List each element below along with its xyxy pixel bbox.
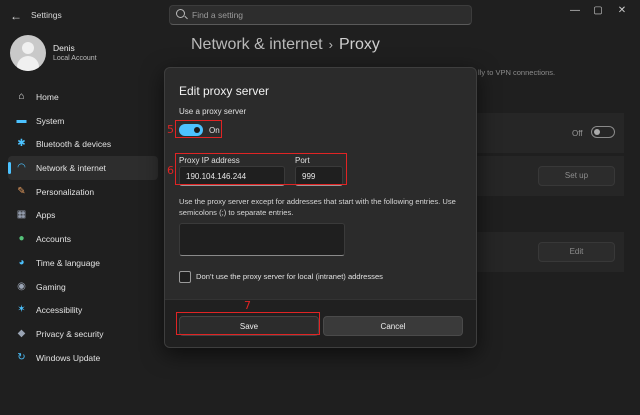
sidebar-item-label: Gaming <box>36 281 66 292</box>
sidebar-item-home[interactable]: ⌂ Home <box>8 85 158 109</box>
sidebar-item-bluetooth-devices[interactable]: ✱ Bluetooth & devices <box>8 132 158 156</box>
accessibility-icon: ✶ <box>17 304 26 316</box>
annotation-number-5: 5 <box>167 123 174 136</box>
sidebar-item-system[interactable]: ▬ System <box>8 109 158 133</box>
home-icon: ⌂ <box>18 91 25 102</box>
page-description: lly to VPN connections. <box>478 68 556 77</box>
search-input[interactable]: Find a setting <box>192 10 243 20</box>
exceptions-help-text: Use the proxy server except for addresse… <box>179 197 456 217</box>
annotation-number-6: 6 <box>167 164 174 177</box>
sidebar-item-accounts[interactable]: ● Accounts <box>8 227 158 251</box>
sidebar-item-label: Windows Update <box>36 352 101 363</box>
sidebar-item-label: Accounts <box>36 234 71 245</box>
breadcrumb-separator: › <box>328 37 333 52</box>
annotation-number-7: 7 <box>244 299 251 312</box>
auto-detect-state: Off <box>572 129 583 138</box>
edit-proxy-dialog: Edit proxy server Use a proxy server On … <box>164 67 477 348</box>
page-title: Proxy <box>338 36 380 53</box>
update-icon: ↻ <box>17 351 26 363</box>
sidebar-item-label: Network & internet <box>36 163 106 174</box>
breadcrumb-parent[interactable]: Network & internet <box>191 36 323 53</box>
shield-icon: ◆ <box>17 327 26 339</box>
title-bar: ← Settings Find a setting — ▢ ✕ <box>0 0 640 30</box>
sidebar-item-windows-update[interactable]: ↻ Windows Update <box>8 346 158 370</box>
sidebar-item-label: System <box>36 115 65 126</box>
bluetooth-icon: ✱ <box>17 138 26 150</box>
sidebar-item-privacy-security[interactable]: ◆ Privacy & security <box>8 322 158 346</box>
sidebar-item-label: Apps <box>36 210 56 221</box>
apps-icon: ▦ <box>16 209 27 221</box>
wifi-icon: ◠ <box>17 162 26 174</box>
avatar <box>10 35 46 71</box>
search-icon <box>176 9 185 18</box>
sidebar-item-time-language[interactable]: ◕ Time & language <box>8 251 158 275</box>
user-name: Denis <box>53 43 75 53</box>
manual-proxy-edit-button[interactable]: Edit <box>538 242 615 262</box>
exceptions-textarea[interactable] <box>179 223 345 256</box>
app-title: Settings <box>31 10 62 20</box>
use-proxy-label: Use a proxy server <box>179 107 247 116</box>
local-addresses-checkbox[interactable] <box>179 271 191 283</box>
close-button[interactable]: ✕ <box>612 5 632 16</box>
sidebar-item-apps[interactable]: ▦ Apps <box>8 203 158 227</box>
sidebar-item-personalization[interactable]: ✎ Personalization <box>8 180 158 204</box>
brush-icon: ✎ <box>17 185 26 197</box>
account-type: Local Account <box>53 55 97 62</box>
auto-detect-toggle[interactable] <box>591 126 615 138</box>
minimize-button[interactable]: — <box>565 5 585 16</box>
cancel-button[interactable]: Cancel <box>323 316 463 336</box>
sidebar-item-gaming[interactable]: ◉ Gaming <box>8 275 158 299</box>
annotation-box-fields <box>175 153 347 185</box>
setup-script-button[interactable]: Set up <box>538 166 615 186</box>
sidebar-item-accessibility[interactable]: ✶ Accessibility <box>8 298 158 322</box>
back-arrow-icon[interactable]: ← <box>10 9 22 23</box>
breadcrumb: Network & internet › Proxy <box>191 36 380 54</box>
sidebar-nav: ⌂ Home ▬ System ✱ Bluetooth & devices ◠ Network… <box>8 85 158 369</box>
maximize-button[interactable]: ▢ <box>588 5 608 16</box>
globe-icon: ◕ <box>18 256 25 268</box>
sidebar-item-label: Home <box>36 92 59 102</box>
sidebar-item-label: Time & language <box>36 257 100 268</box>
annotation-box-save <box>176 312 320 335</box>
search-box[interactable]: Find a setting <box>169 5 472 25</box>
controller-icon: ◉ <box>17 280 26 292</box>
sidebar-item-network-internet[interactable]: ◠ Network & internet <box>8 156 158 180</box>
annotation-box-toggle <box>175 120 222 138</box>
system-icon: ▬ <box>16 114 27 126</box>
sidebar-item-label: Accessibility <box>36 305 83 316</box>
sidebar-item-label: Personalization <box>36 186 95 197</box>
local-addresses-label[interactable]: Don’t use the proxy server for local (in… <box>196 272 383 281</box>
dialog-title: Edit proxy server <box>179 84 270 98</box>
accounts-icon: ● <box>18 233 25 245</box>
sidebar-item-label: Privacy & security <box>36 328 104 339</box>
sidebar-item-label: Bluetooth & devices <box>36 139 112 150</box>
